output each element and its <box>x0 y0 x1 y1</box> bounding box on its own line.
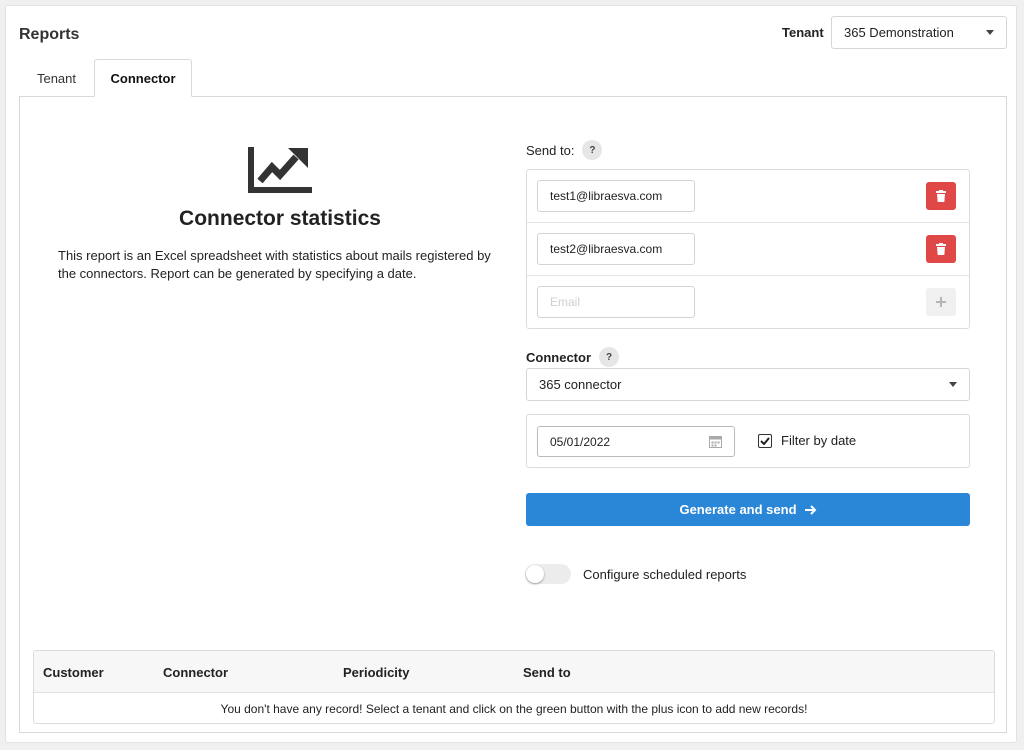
column-header-periodicity: Periodicity <box>343 664 410 680</box>
scheduled-reports-label: Configure scheduled reports <box>583 566 747 582</box>
email-field[interactable]: test1@libraesva.com <box>537 180 695 212</box>
tenant-select[interactable]: 365 Demonstration <box>831 16 1007 49</box>
page-title: Reports <box>19 26 80 43</box>
plus-icon <box>936 297 946 307</box>
report-title: Connector statistics <box>179 207 381 230</box>
column-header-connector: Connector <box>163 664 228 680</box>
send-to-label: Send to: <box>526 142 575 158</box>
email-field[interactable]: test2@libraesva.com <box>537 233 695 265</box>
chevron-down-icon <box>986 30 994 35</box>
generate-button-label: Generate and send <box>679 502 797 517</box>
tenant-label: Tenant <box>782 25 824 40</box>
toggle-knob <box>526 565 544 583</box>
date-filter-box: 05/01/2022 Filter by date <box>526 414 970 468</box>
delete-email-button[interactable] <box>926 182 956 210</box>
connector-select-value: 365 connector <box>539 377 622 392</box>
scheduled-reports-toggle[interactable] <box>525 564 571 584</box>
connector-panel: Connector statistics This report is an E… <box>19 96 1007 733</box>
empty-table-message: You don't have any record! Select a tena… <box>220 701 808 716</box>
add-email-button[interactable] <box>926 288 956 316</box>
checkmark-icon <box>760 436 770 445</box>
tab-connector[interactable]: Connector <box>94 59 192 97</box>
date-input[interactable]: 05/01/2022 <box>537 426 735 457</box>
help-icon[interactable]: ? <box>599 347 619 367</box>
connector-label: Connector <box>526 349 591 365</box>
report-description: This report is an Excel spreadsheet with… <box>58 248 491 281</box>
table-header: Customer Connector Periodicity Send to <box>34 651 994 693</box>
scheduled-reports-row: Configure scheduled reports <box>525 564 746 584</box>
reports-card: Reports Tenant 365 Demonstration Tenant … <box>5 5 1017 743</box>
column-header-customer: Customer <box>43 664 104 680</box>
calendar-icon <box>709 436 722 448</box>
tab-tenant[interactable]: Tenant <box>19 59 94 97</box>
delete-email-button[interactable] <box>926 235 956 263</box>
email-row: test1@libraesva.com <box>527 170 969 223</box>
chart-line-up-icon <box>248 147 312 193</box>
trash-icon <box>936 243 946 255</box>
new-email-row <box>527 276 969 329</box>
filter-by-date-control: Filter by date <box>758 433 856 448</box>
scheduled-reports-table: Customer Connector Periodicity Send to Y… <box>33 650 995 724</box>
email-recipients-box: test1@libraesva.com test2@libraesva.com <box>526 169 970 329</box>
chevron-down-icon <box>949 382 957 387</box>
connector-select[interactable]: 365 connector <box>526 368 970 401</box>
column-header-send-to: Send to <box>523 664 571 680</box>
connector-label-row: Connector ? <box>526 347 619 367</box>
filter-by-date-checkbox[interactable] <box>758 433 772 448</box>
tenant-select-value: 365 Demonstration <box>844 25 954 40</box>
date-value: 05/01/2022 <box>550 434 611 449</box>
generate-and-send-button[interactable]: Generate and send <box>526 493 970 526</box>
new-email-input[interactable] <box>537 286 695 318</box>
help-icon[interactable]: ? <box>582 140 603 160</box>
arrow-right-icon <box>804 504 816 515</box>
email-row: test2@libraesva.com <box>527 223 969 276</box>
trash-icon <box>936 190 946 202</box>
send-to-label-row: Send to: ? <box>526 140 603 160</box>
filter-by-date-label: Filter by date <box>781 433 857 448</box>
